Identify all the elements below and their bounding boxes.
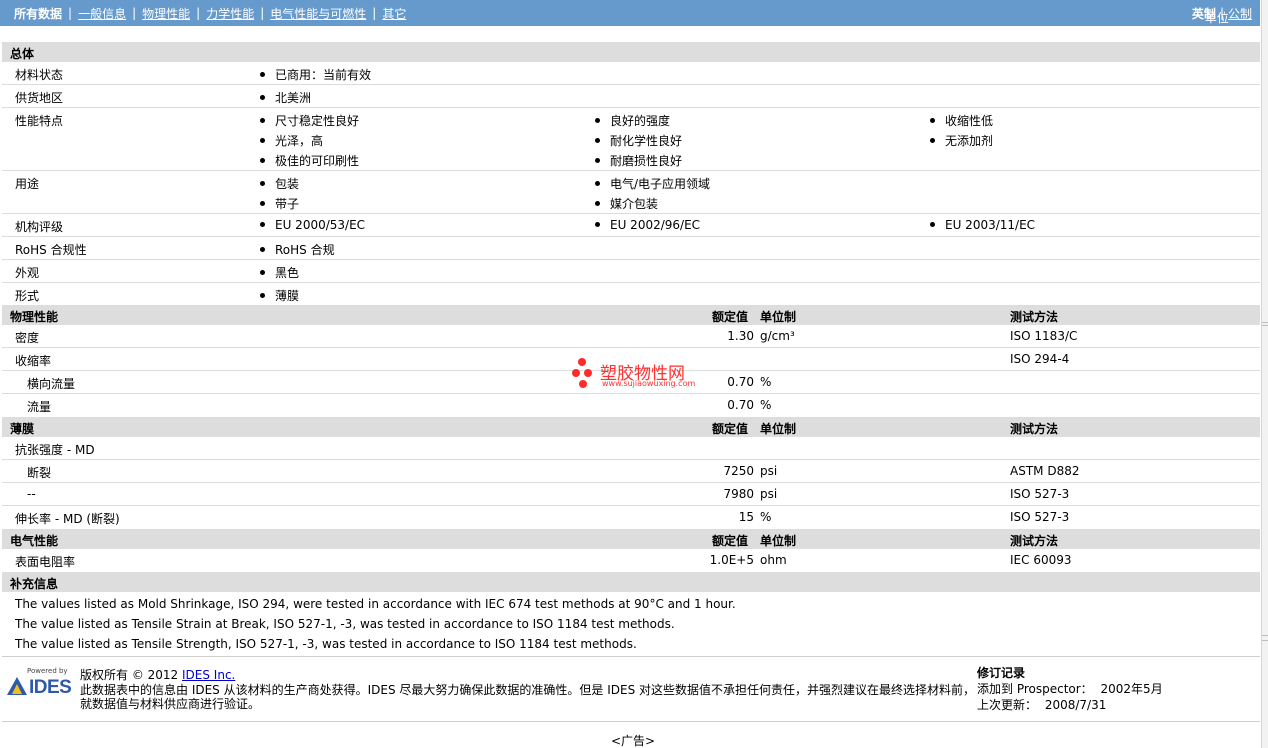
table-row: 伸长率 - MD (断裂) 15 % ISO 527-3 [15,510,1070,526]
top-nav-bar: 所有数据 | 一般信息 | 物理性能 | 力学性能 | 电气性能与可燃性 | 其… [0,0,1260,26]
section-film: 薄膜 额定值 单位制 测试方法 [2,417,1260,437]
watermark-logo: 塑胶物性网 www.sujiaowuxing.com [572,355,702,391]
revision-title: 修订记录 [977,666,1026,680]
unit-metric[interactable]: 公制 [1228,5,1252,22]
table-row: 断裂 7250 psi ASTM D882 [2,460,1260,483]
ides-logo[interactable]: Powered by IDES [7,667,73,698]
row-appearance: 外观 黑色 [2,260,1260,283]
list-item: 已商用：当前有效 [260,66,371,83]
unit-switcher: 单位 英制 | 公制 [1191,5,1252,25]
revision-added: 添加到 Prospector： 2002年5月 [977,682,1163,696]
list-item: EU 2002/96/EC [595,218,700,232]
col-nominal: 额定值 [712,534,749,548]
table-row: -- 7980 psi ISO 527-3 [2,483,1260,506]
section-supplement: 补充信息 [2,572,1260,592]
list-item: 耐磨损性良好 [595,152,682,169]
section-overall: 总体 [2,42,1260,62]
list-item: 极佳的可印刷性 [260,152,359,169]
scrollbar[interactable] [1261,0,1268,748]
list-item: 薄膜 [260,287,299,304]
col-method: 测试方法 [1010,310,1059,324]
col-unit: 单位制 [760,422,797,436]
list-item: 收缩性低 [930,112,993,129]
section-physical: 物理性能 额定值 单位制 测试方法 [2,305,1260,325]
section-title: 总体 [10,47,35,61]
nav-physical[interactable]: 物理性能 [142,5,190,22]
list-item: 光泽，高 [260,132,323,149]
nav-all-data[interactable]: 所有数据 [14,5,62,22]
col-nominal: 额定值 [712,422,749,436]
row-agency: 机构评级 EU 2000/53/EC EU 2002/96/EC EU 2003… [2,214,1260,237]
revision-updated: 上次更新： 2008/7/31 [977,698,1107,712]
ad-label: <广告> [611,734,656,748]
col-unit: 单位制 [760,310,797,324]
list-item: 包装 [260,175,299,192]
list-item: 媒介包装 [595,195,658,212]
list-item: 带子 [260,195,299,212]
nav-electrical[interactable]: 电气性能与可燃性 [270,5,366,22]
section-title: 补充信息 [10,577,59,591]
section-electrical: 电气性能 额定值 单位制 测试方法 [2,529,1260,549]
nav-other[interactable]: 其它 [382,5,406,22]
row-rohs: RoHS 合规性 RoHS 合规 [2,237,1260,260]
list-item: RoHS 合规 [260,241,335,258]
disclaimer: 就数据值与材料供应商进行验证。 [80,697,261,711]
col-unit: 单位制 [760,534,797,548]
table-row: 抗张强度 - MD [2,437,1260,460]
row-availability: 供货地区 北美洲 [2,85,1260,108]
list-item: 耐化学性良好 [595,132,682,149]
list-item: 黑色 [260,264,299,281]
list-item: 电气/电子应用领域 [595,175,710,192]
footer: Powered by IDES 版权所有 © 2012 IDES Inc. 此数… [2,656,1260,722]
list-item: EU 2003/11/EC [930,218,1035,232]
col-method: 测试方法 [1010,534,1059,548]
note-text: The value listed as Tensile Strain at Br… [15,617,675,631]
table-row: 流量 0.70 % [27,398,772,414]
nav-mechanical[interactable]: 力学性能 [206,5,254,22]
row-features: 性能特点 尺寸稳定性良好 良好的强度 收缩性低 光泽，高 耐化学性良好 无添加剂… [2,108,1260,171]
nav-general[interactable]: 一般信息 [78,5,126,22]
list-item: 无添加剂 [930,132,993,149]
ides-link[interactable]: IDES Inc. [182,668,235,682]
list-item: 良好的强度 [595,112,670,129]
row-uses: 用途 包装 电气/电子应用领域 带子 媒介包装 [2,171,1260,214]
note-text: The values listed as Mold Shrinkage, ISO… [15,597,736,611]
note-text: The value listed as Tensile Strength, IS… [15,637,637,651]
row-material-status: 材料状态 已商用：当前有效 [2,62,1260,85]
col-method: 测试方法 [1010,422,1059,436]
section-title: 薄膜 [10,422,35,436]
col-nominal: 额定值 [712,310,749,324]
section-nav: 所有数据 | 一般信息 | 物理性能 | 力学性能 | 电气性能与可燃性 | 其… [14,5,407,22]
list-item: 尺寸稳定性良好 [260,112,359,129]
row-forms: 形式 薄膜 [15,287,300,304]
table-row: 表面电阻率 1.0E+5 ohm IEC 60093 [15,553,1072,569]
section-title: 物理性能 [10,310,59,324]
units-label: 单位 [1204,11,1229,25]
table-row: 密度 1.30 g/cm³ ISO 1183/C [2,325,1260,348]
list-item: EU 2000/53/EC [260,218,365,232]
list-item: 北美洲 [260,89,311,106]
section-title: 电气性能 [10,534,59,548]
